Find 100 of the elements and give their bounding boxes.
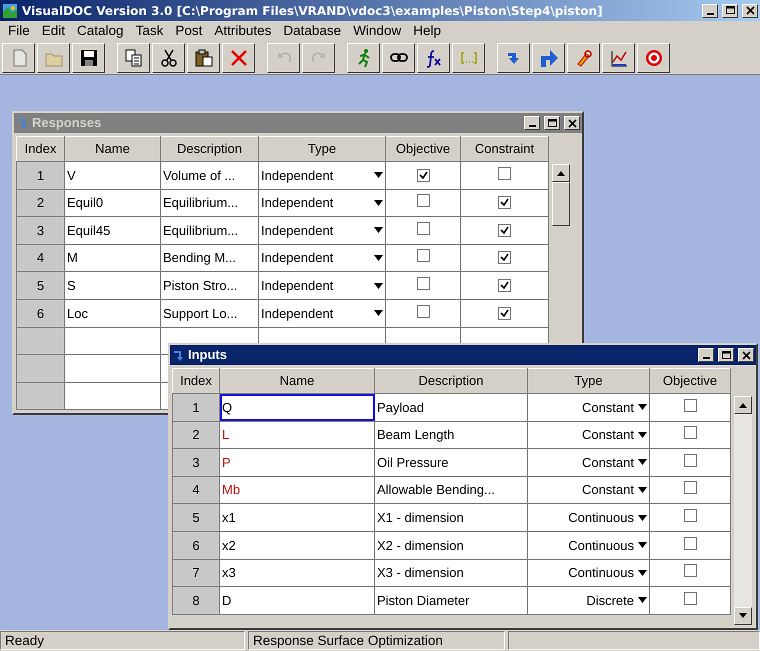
toolbar-button[interactable] [222, 42, 255, 72]
checkbox[interactable] [684, 508, 696, 522]
table-cell[interactable]: Equilibrium... [160, 216, 258, 244]
checkbox[interactable] [416, 222, 430, 235]
toolbar-button[interactable] [347, 42, 380, 72]
minimize-button[interactable] [702, 4, 718, 18]
minimize-button[interactable] [698, 348, 714, 362]
table-cell[interactable]: M [64, 244, 160, 272]
column-header[interactable]: Description [374, 368, 528, 394]
maximize-button[interactable] [722, 4, 738, 18]
checkbox[interactable] [684, 564, 696, 578]
scroll-up-button[interactable] [734, 396, 752, 414]
toolbar-button[interactable] [567, 42, 600, 72]
maximize-button[interactable] [544, 116, 560, 130]
maximize-button[interactable] [718, 348, 734, 362]
toolbar-button[interactable] [532, 42, 565, 72]
column-header[interactable]: Objective [386, 136, 460, 162]
menu-item[interactable]: Post [169, 20, 208, 42]
table-cell[interactable]: Mb [220, 476, 374, 504]
table-cell[interactable]: X3 - dimension [374, 559, 528, 587]
table-cell[interactable]: Q [220, 394, 374, 422]
table-cell[interactable]: X1 - dimension [374, 504, 528, 532]
checkbox[interactable] [684, 454, 696, 467]
checkbox[interactable] [684, 536, 696, 550]
toolbar-button[interactable] [637, 42, 670, 72]
menu-item[interactable]: Database [277, 20, 348, 42]
table-cell[interactable]: Equil0 [64, 189, 160, 217]
checkbox[interactable] [416, 249, 430, 262]
column-header[interactable]: Name [64, 136, 160, 162]
checkbox[interactable] [416, 168, 430, 182]
table-cell[interactable]: L [220, 421, 374, 449]
checkbox[interactable] [498, 251, 511, 264]
toolbar-button[interactable] [602, 42, 635, 72]
close-button[interactable] [742, 4, 758, 18]
column-header[interactable]: Constraint [460, 136, 548, 162]
checkbox[interactable] [416, 194, 430, 208]
table-cell[interactable]: X2 - dimension [374, 531, 528, 560]
table-cell[interactable]: S [64, 272, 160, 300]
table-cell[interactable]: D [220, 586, 374, 614]
menu-item[interactable]: Window [347, 20, 408, 42]
menu-item[interactable]: Catalog [71, 20, 130, 42]
table-cell[interactable]: Piston Stro... [160, 272, 258, 300]
menu-item[interactable]: Attributes [208, 20, 278, 42]
checkbox[interactable] [684, 592, 696, 605]
column-header[interactable]: Name [220, 368, 374, 394]
checkbox[interactable] [416, 276, 430, 290]
table-cell[interactable]: x2 [220, 531, 374, 560]
close-button[interactable] [564, 116, 580, 130]
scroll-up-button[interactable] [552, 164, 570, 182]
checkbox[interactable] [684, 426, 696, 440]
checkbox[interactable] [498, 166, 511, 180]
row-index: 8 [172, 586, 220, 614]
scrollbar-thumb[interactable] [552, 182, 570, 226]
down-triangle-icon [739, 613, 747, 618]
checkbox[interactable] [498, 224, 511, 237]
toolbar-button[interactable] [187, 42, 220, 72]
checkbox[interactable] [416, 304, 430, 318]
menu-item[interactable]: Edit [36, 20, 72, 42]
menu-item[interactable]: File [2, 20, 36, 42]
table-cell[interactable]: Equil45 [64, 216, 160, 244]
menu-item[interactable]: Help [407, 20, 447, 42]
checkbox[interactable] [498, 306, 511, 320]
toolbar-button[interactable] [452, 42, 485, 72]
column-header[interactable]: Index [172, 368, 220, 394]
table-cell[interactable]: Allowable Bending... [374, 476, 528, 504]
minimize-button[interactable] [524, 116, 540, 130]
table-cell[interactable]: x3 [220, 559, 374, 587]
checkbox[interactable] [498, 278, 511, 292]
table-cell[interactable]: x1 [220, 504, 374, 532]
row-index: 3 [172, 448, 220, 476]
table-cell[interactable]: Equilibrium... [160, 189, 258, 217]
menu-item[interactable]: Task [130, 20, 170, 42]
table-cell[interactable]: Support Lo... [160, 299, 258, 328]
toolbar-button[interactable] [382, 42, 415, 72]
table-cell[interactable]: V [64, 162, 160, 190]
toolbar-button[interactable] [72, 42, 105, 72]
table-cell[interactable]: Bending M... [160, 244, 258, 272]
toolbar-button[interactable] [152, 42, 185, 72]
column-header[interactable]: Index [16, 136, 64, 162]
column-header[interactable]: Type [528, 368, 650, 394]
close-button[interactable] [738, 348, 754, 362]
scroll-down-button[interactable] [734, 606, 752, 625]
toolbar-button[interactable] [497, 42, 530, 72]
toolbar-button[interactable] [417, 42, 450, 72]
table-cell[interactable]: Payload [374, 394, 528, 422]
close-icon [740, 350, 752, 360]
column-header[interactable]: Type [258, 136, 386, 162]
table-cell[interactable]: Loc [64, 299, 160, 328]
checkbox[interactable] [684, 398, 696, 412]
table-cell[interactable]: Piston Diameter [374, 586, 528, 614]
column-header[interactable]: Description [160, 136, 258, 162]
table-cell[interactable]: Beam Length [374, 421, 528, 449]
table-cell[interactable]: Volume of ... [160, 162, 258, 190]
toolbar-button[interactable] [117, 42, 150, 72]
dropdown-arrow-icon [638, 487, 647, 494]
table-cell[interactable]: P [220, 448, 374, 476]
checkbox[interactable] [498, 196, 511, 210]
column-header[interactable]: Objective [650, 368, 730, 394]
checkbox[interactable] [684, 481, 696, 494]
table-cell[interactable]: Oil Pressure [374, 448, 528, 476]
